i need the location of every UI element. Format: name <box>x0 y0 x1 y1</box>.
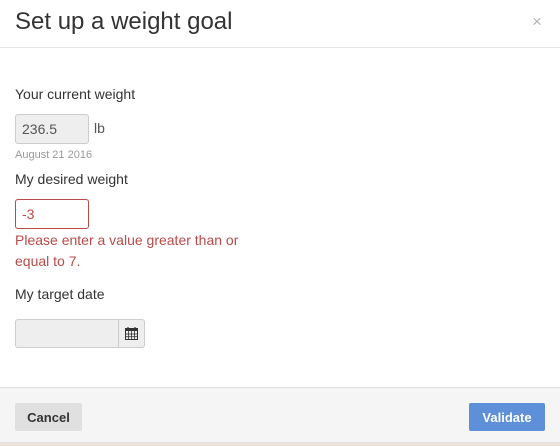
page-background-strip <box>0 442 560 446</box>
current-weight-label: Your current weight <box>15 86 136 102</box>
weight-unit-label: lb <box>94 120 105 136</box>
validate-button[interactable]: Validate <box>469 403 545 431</box>
dialog-footer: Cancel Validate <box>0 387 560 446</box>
target-date-input[interactable] <box>15 319 119 348</box>
desired-weight-label: My desired weight <box>15 171 128 187</box>
dialog-header: Set up a weight goal × <box>0 0 560 48</box>
target-date-label: My target date <box>15 286 105 302</box>
desired-weight-input[interactable] <box>15 199 89 229</box>
calendar-icon <box>125 327 138 340</box>
current-weight-date: August 21 2016 <box>15 149 93 161</box>
cancel-button[interactable]: Cancel <box>15 403 82 431</box>
current-weight-field: 236.5 <box>15 114 89 144</box>
dialog-title: Set up a weight goal <box>15 8 233 35</box>
close-icon[interactable]: × <box>530 12 544 32</box>
desired-weight-error: Please enter a value greater than or equ… <box>15 232 239 269</box>
calendar-button[interactable] <box>118 319 145 348</box>
weight-goal-dialog: Set up a weight goal × Your current weig… <box>0 0 560 446</box>
